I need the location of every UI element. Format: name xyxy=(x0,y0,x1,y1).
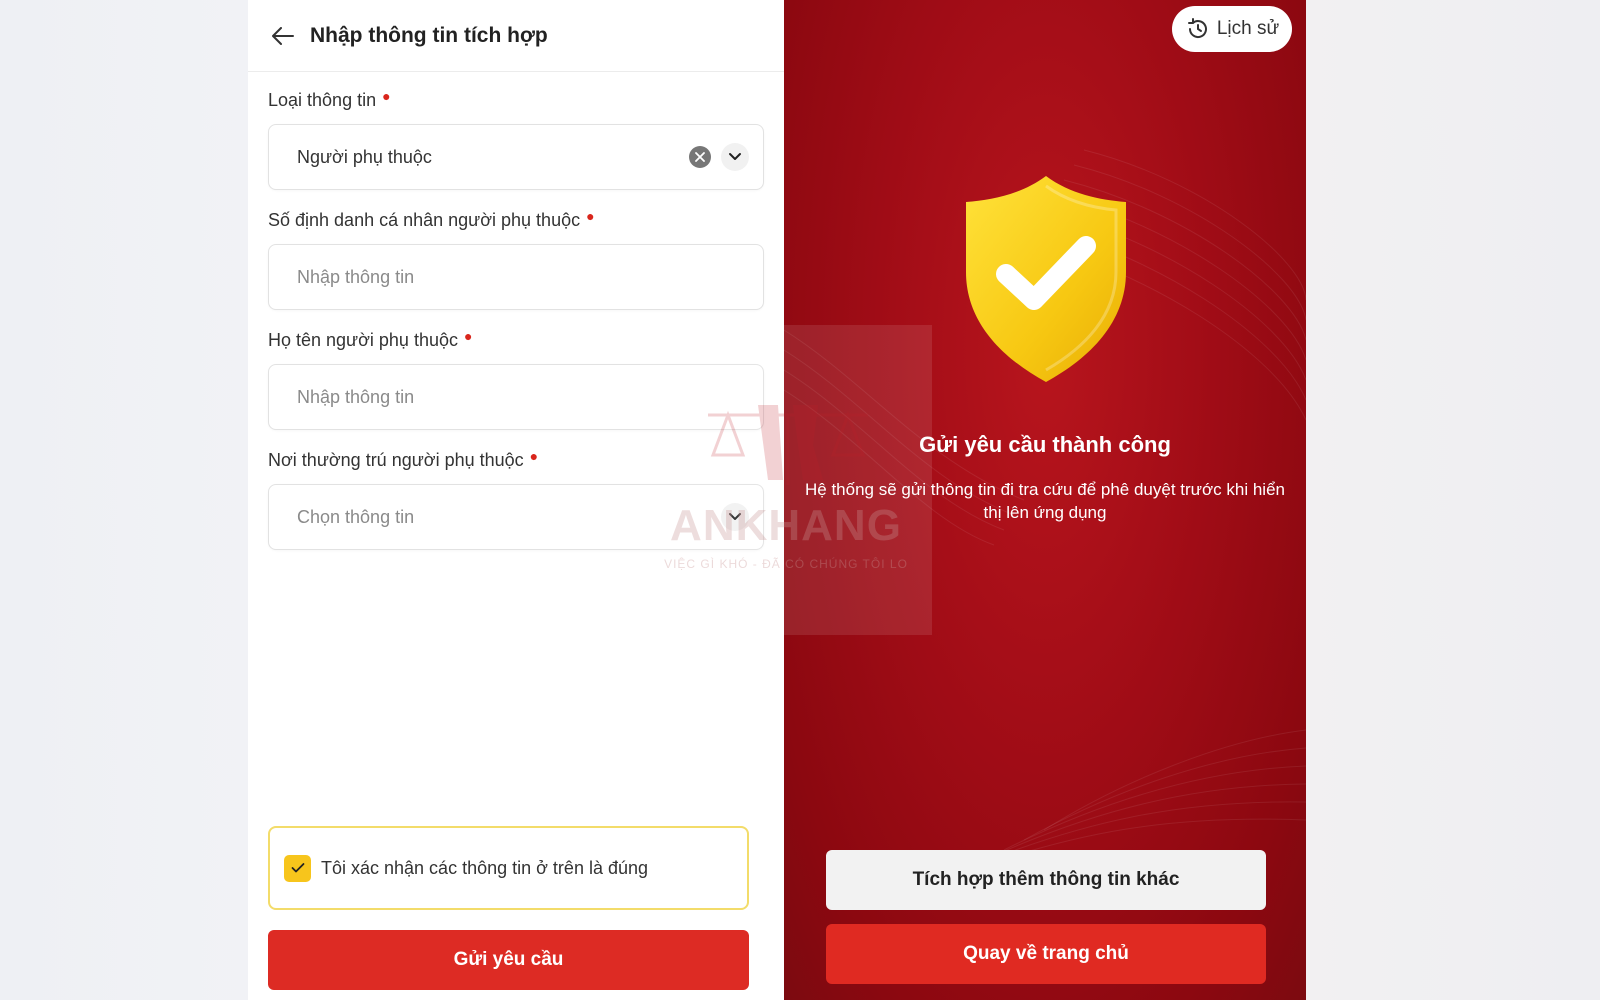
required-dot: ● xyxy=(586,208,595,224)
integrate-more-button[interactable]: Tích hợp thêm thông tin khác xyxy=(826,850,1266,910)
residence-select[interactable]: Chọn thông tin xyxy=(268,484,764,550)
dependent-name-input[interactable] xyxy=(297,386,749,408)
dependent-id-box xyxy=(268,244,764,310)
residence-placeholder: Chọn thông tin xyxy=(297,506,415,527)
check-icon xyxy=(291,863,304,873)
chevron-down-icon[interactable] xyxy=(721,143,749,171)
dependent-id-label: Số định danh cá nhân người phụ thuộc ● xyxy=(268,208,595,230)
submit-request-button[interactable]: Gửi yêu cầu xyxy=(268,930,749,990)
clear-icon[interactable] xyxy=(689,146,711,168)
required-dot: ● xyxy=(529,448,539,464)
top-bar: Nhập thông tin tích hợp xyxy=(248,0,784,72)
history-label: Lịch sử xyxy=(1216,18,1280,39)
info-type-field: Loại thông tin ● Người phụ thuộc xyxy=(268,88,764,190)
page-title: Nhập thông tin tích hợp xyxy=(310,23,548,47)
chevron-down-icon[interactable] xyxy=(721,503,749,531)
history-icon xyxy=(1187,18,1207,38)
dependent-name-box xyxy=(268,364,764,430)
dependent-name-field: Họ tên người phụ thuộc ● xyxy=(268,328,764,430)
arrow-left-icon[interactable] xyxy=(270,23,296,49)
confirm-checkbox[interactable] xyxy=(284,854,311,882)
required-dot: ● xyxy=(382,88,391,104)
dependent-name-label: Họ tên người phụ thuộc ● xyxy=(268,328,473,350)
info-type-value: Người phụ thuộc xyxy=(297,146,432,167)
confirm-checkbox-row[interactable]: Tôi xác nhận các thông tin ở trên là đún… xyxy=(268,826,749,910)
residence-field: Nơi thường trú người phụ thuộc ● Chọn thô… xyxy=(268,448,764,550)
info-type-select[interactable]: Người phụ thuộc xyxy=(268,124,764,190)
success-title: Gửi yêu cầu thành công xyxy=(919,432,1171,457)
confirm-text: Tôi xác nhận các thông tin ở trên là đún… xyxy=(321,857,649,878)
shield-check-icon xyxy=(966,176,1126,382)
success-screen: Lịch sử Gửi yêu cầu thành công Hệ thống … xyxy=(784,0,1306,1000)
integration-form-screen: Nhập thông tin tích hợp Loại thông tin ● … xyxy=(248,0,784,1000)
info-type-label: Loại thông tin ● xyxy=(268,88,391,110)
dependent-id-field: Số định danh cá nhân người phụ thuộc ● xyxy=(268,208,764,310)
history-button[interactable]: Lịch sử xyxy=(1172,6,1292,52)
dependent-id-input[interactable] xyxy=(297,266,749,288)
required-dot: ● xyxy=(463,328,473,344)
residence-label: Nơi thường trú người phụ thuộc ● xyxy=(268,448,539,470)
back-to-home-button[interactable]: Quay về trang chủ xyxy=(826,924,1266,984)
form: Loại thông tin ● Người phụ thuộc Số định … xyxy=(248,72,784,550)
success-description: Hệ thống sẽ gửi thông tin đi tra cứu để … xyxy=(804,480,1285,522)
